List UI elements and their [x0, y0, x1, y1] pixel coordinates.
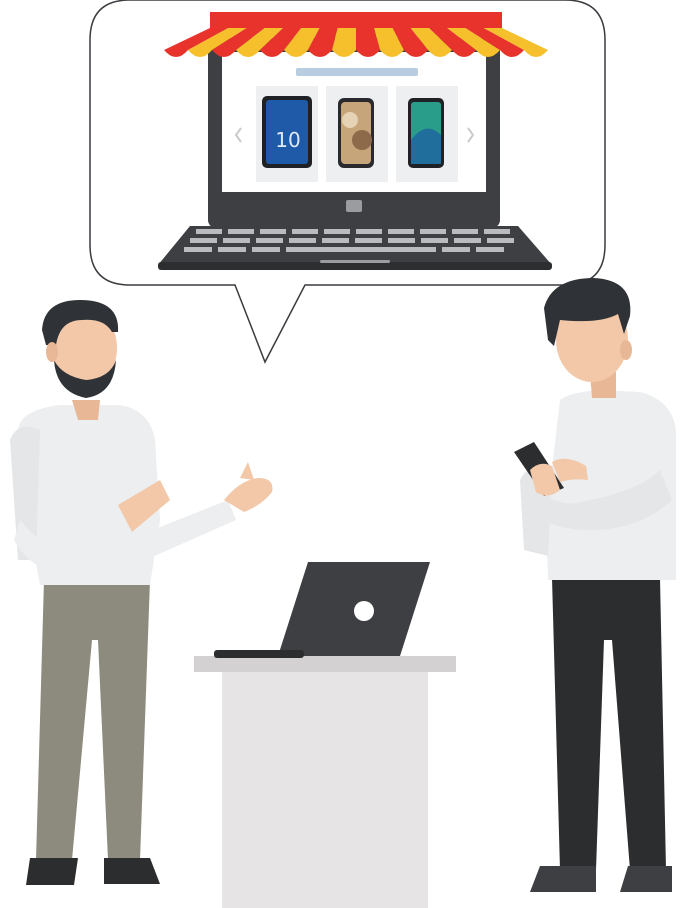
- svg-text:10: 10: [275, 128, 300, 152]
- keyboard: [184, 229, 514, 252]
- product-card-1: 10: [256, 86, 318, 182]
- desk-laptop-logo: [354, 601, 374, 621]
- store-illustration: 10: [10, 0, 676, 908]
- desk-laptop: [214, 562, 430, 658]
- store-banner: [296, 68, 418, 76]
- phone-man: [514, 278, 676, 892]
- counter-desk: [194, 656, 456, 908]
- product-card-2: [326, 86, 388, 182]
- product-card-3: [396, 86, 458, 182]
